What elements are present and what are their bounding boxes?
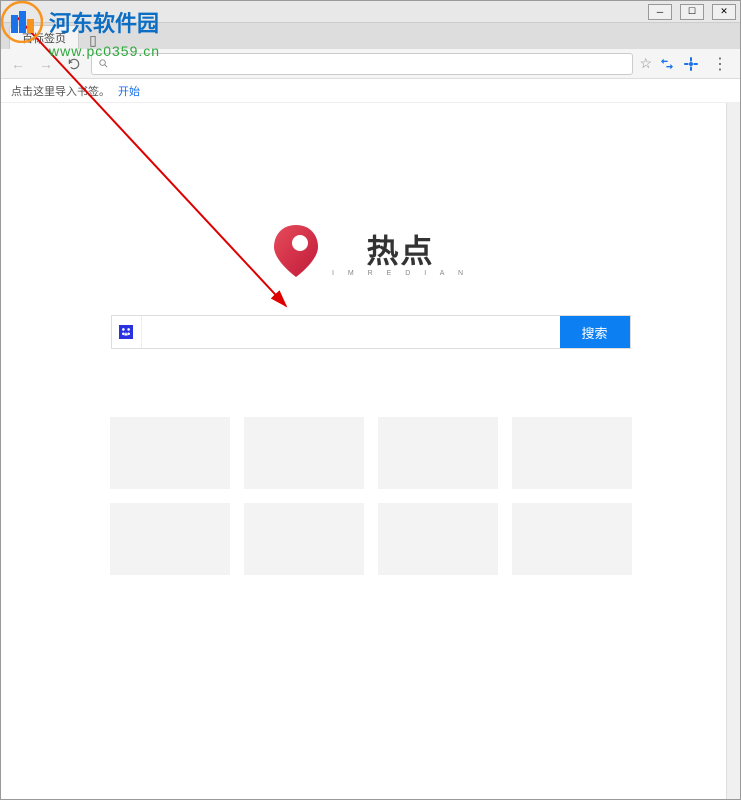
tab-active[interactable]: 百标签页: [9, 25, 79, 49]
minimize-button[interactable]: ─: [648, 4, 672, 20]
tile-3[interactable]: [378, 417, 498, 489]
window-titlebar: ─ ☐ ✕: [1, 1, 740, 23]
maximize-button[interactable]: ☐: [680, 4, 704, 20]
import-bookmarks-link[interactable]: 开始: [118, 83, 140, 99]
reload-button[interactable]: [63, 53, 85, 75]
logo-subtitle: I M R E D I A N: [332, 270, 469, 277]
search-input[interactable]: [142, 316, 560, 348]
tile-2[interactable]: [244, 417, 364, 489]
reload-icon: [67, 57, 81, 71]
close-button[interactable]: ✕: [712, 4, 736, 20]
menu-icon[interactable]: ⋮: [706, 54, 734, 74]
address-bar: ← → ☆ ⋮: [1, 49, 740, 79]
tab-bar: 百标签页 ▯: [1, 23, 740, 49]
search-container: 搜索: [111, 315, 631, 349]
tile-6[interactable]: [244, 503, 364, 575]
logo-text: 热点: [366, 233, 434, 269]
new-tab-button[interactable]: ▯: [83, 31, 103, 49]
bookmark-star-icon[interactable]: ☆: [639, 55, 652, 72]
url-input-container[interactable]: [91, 53, 633, 75]
vertical-scrollbar[interactable]: [726, 103, 740, 799]
forward-button[interactable]: →: [35, 53, 57, 75]
import-bookmarks-hint: 点击这里导入书签。: [11, 83, 110, 99]
page-content: 热点 I M R E D I A N 搜索: [1, 103, 740, 799]
search-icon: [96, 57, 110, 71]
hotspot-logo-icon: [272, 223, 320, 279]
extension-target-icon[interactable]: [682, 55, 700, 73]
extension-shuffle-icon[interactable]: [658, 55, 676, 73]
tile-8[interactable]: [512, 503, 632, 575]
tile-7[interactable]: [378, 503, 498, 575]
logo-area: 热点 I M R E D I A N: [1, 223, 740, 279]
search-row: 搜索: [1, 315, 740, 349]
bookmark-bar: 点击这里导入书签。 开始: [1, 79, 740, 103]
tile-1[interactable]: [110, 417, 230, 489]
search-engine-selector[interactable]: [112, 316, 142, 348]
tile-4[interactable]: [512, 417, 632, 489]
search-button[interactable]: 搜索: [560, 316, 630, 348]
baidu-icon: [119, 325, 133, 339]
tile-5[interactable]: [110, 503, 230, 575]
back-button[interactable]: ←: [7, 53, 29, 75]
speed-dial-tiles: [1, 417, 740, 575]
url-input[interactable]: [110, 57, 628, 71]
